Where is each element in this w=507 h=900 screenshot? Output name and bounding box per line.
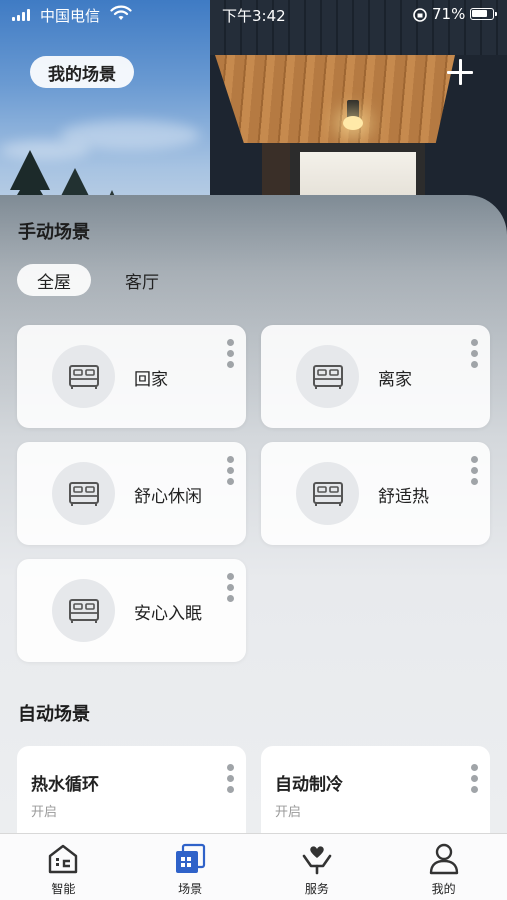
scene-card[interactable]: 安心入眠 xyxy=(17,559,246,662)
tab-label: 智能 xyxy=(51,882,76,896)
scene-card[interactable]: 舒心休闲 xyxy=(17,442,246,545)
scene-label: 回家 xyxy=(134,370,168,390)
auto-scene-state: 开启 xyxy=(31,805,58,820)
auto-scenes-title: 自动场景 xyxy=(18,704,90,725)
scene-label: 舒适热 xyxy=(378,487,429,507)
clock: 下午3:42 xyxy=(222,7,286,25)
auto-scene-state: 开启 xyxy=(275,805,302,820)
bed-icon xyxy=(68,598,99,623)
more-options-icon[interactable] xyxy=(224,573,236,609)
more-options-icon[interactable] xyxy=(224,456,236,492)
bottom-tab-bar: 智能 场景 服务 我的 xyxy=(0,833,507,900)
scene-label: 安心入眠 xyxy=(134,604,202,624)
battery-percent: 71% xyxy=(432,5,466,23)
auto-scene-name: 自动制冷 xyxy=(275,775,343,795)
scene-card[interactable]: 舒适热 xyxy=(261,442,490,545)
page-title: 我的场景 xyxy=(30,56,134,88)
tab-scene[interactable]: 场景 xyxy=(127,834,254,900)
signal-icon xyxy=(12,9,30,21)
tab-label: 我的 xyxy=(431,882,456,896)
tab-label: 服务 xyxy=(304,882,329,896)
scene-icon xyxy=(176,843,206,873)
auto-scene-card[interactable]: 自动制冷 开启 xyxy=(261,746,490,846)
auto-scene-name: 热水循环 xyxy=(31,775,99,795)
manual-scenes-title: 手动场景 xyxy=(18,222,90,243)
bed-icon xyxy=(312,481,343,506)
rotation-lock-icon xyxy=(413,8,427,22)
more-options-icon[interactable] xyxy=(468,456,480,492)
wood-canopy xyxy=(215,55,455,143)
scene-card[interactable]: 回家 xyxy=(17,325,246,428)
tab-smart[interactable]: 智能 xyxy=(0,834,127,900)
smart-home-icon xyxy=(49,844,78,874)
scene-label: 离家 xyxy=(378,370,412,390)
more-options-icon[interactable] xyxy=(224,339,236,375)
room-filter: 全屋 客厅 xyxy=(17,264,179,296)
room-tab-all[interactable]: 全屋 xyxy=(17,264,91,296)
scene-card[interactable]: 离家 xyxy=(261,325,490,428)
battery-icon xyxy=(470,8,497,20)
status-bar: 中国电信 下午3:42 71% xyxy=(0,0,507,30)
more-options-icon[interactable] xyxy=(468,339,480,375)
tab-service[interactable]: 服务 xyxy=(254,834,381,900)
tab-mine[interactable]: 我的 xyxy=(380,834,507,900)
wifi-icon xyxy=(110,5,132,20)
carrier-label: 中国电信 xyxy=(40,7,101,25)
bed-icon xyxy=(312,364,343,389)
bed-icon xyxy=(68,481,99,506)
scene-label: 舒心休闲 xyxy=(134,487,202,507)
auto-scene-card[interactable]: 热水循环 开启 xyxy=(17,746,246,846)
tab-label: 场景 xyxy=(178,882,203,896)
room-tab-living-room[interactable]: 客厅 xyxy=(105,264,179,296)
bed-icon xyxy=(68,364,99,389)
more-options-icon[interactable] xyxy=(224,764,236,800)
more-options-icon[interactable] xyxy=(468,764,480,800)
add-scene-button[interactable] xyxy=(444,56,476,88)
profile-icon xyxy=(429,843,458,875)
service-icon xyxy=(302,846,332,875)
